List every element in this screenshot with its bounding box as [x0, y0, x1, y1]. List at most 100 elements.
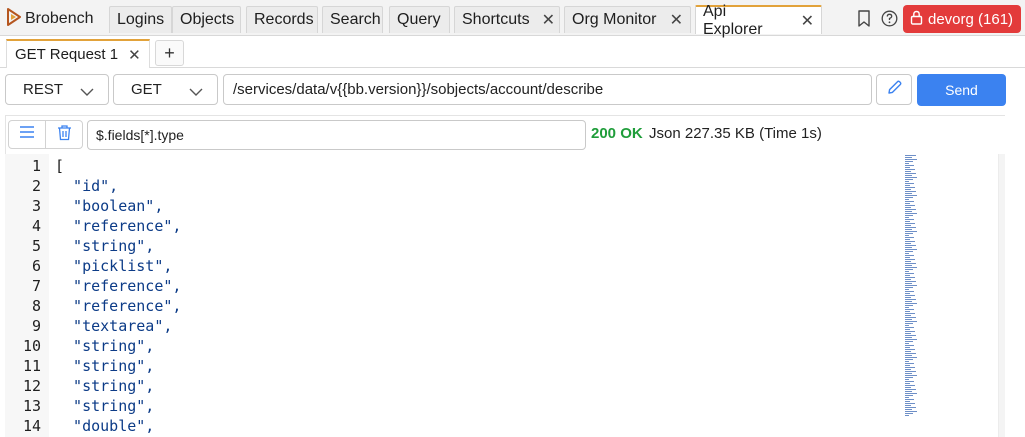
- minimap-line: [905, 297, 911, 298]
- minimap-line: [905, 205, 915, 206]
- minimap-line: [905, 225, 911, 226]
- close-icon[interactable]: ✕: [128, 46, 141, 64]
- nav-tab-label: Api Explorer: [703, 2, 763, 38]
- request-tab-row: GET Request 1 ✕ +: [0, 36, 1025, 68]
- trash-icon: [57, 124, 72, 146]
- minimap-line: [905, 339, 917, 340]
- pencil-icon: [886, 79, 903, 101]
- minimap-line: [905, 303, 917, 304]
- minimap-line: [905, 357, 917, 358]
- nav-tab[interactable]: Records: [246, 6, 318, 33]
- minimap-line: [905, 375, 917, 376]
- org-badge-label: devorg (161): [928, 10, 1014, 28]
- method-value: GET: [131, 81, 162, 98]
- minimap-line: [905, 201, 914, 202]
- minimap-line: [905, 335, 916, 336]
- minimap-line: [905, 351, 911, 352]
- api-type-select[interactable]: REST: [5, 74, 109, 105]
- line-number: 5: [31, 237, 41, 255]
- request-tab-label: GET Request 1: [15, 46, 119, 63]
- org-badge[interactable]: devorg (161): [903, 5, 1021, 33]
- nav-tab-label: Org Monitor: [572, 11, 657, 28]
- line-number: 9: [31, 317, 41, 335]
- code-line: "reference",: [55, 297, 182, 315]
- edit-url-button[interactable]: [876, 74, 912, 105]
- line-number: 13: [22, 397, 41, 415]
- clear-button[interactable]: [45, 120, 83, 149]
- minimap-line: [905, 231, 917, 232]
- line-number-gutter: 1 2 3 4 5 6 7 8 9 10 11 12 13 14: [5, 154, 49, 437]
- nav-tab[interactable]: Org Monitor ✕: [564, 6, 691, 33]
- minimap-line: [905, 213, 917, 214]
- format-button[interactable]: [8, 120, 46, 149]
- status-code: 200 OK: [591, 125, 643, 142]
- minimap-line: [905, 301, 912, 302]
- code-line: "string",: [55, 377, 155, 395]
- line-number: 12: [22, 377, 41, 395]
- minimap-line: [905, 315, 911, 316]
- help-icon[interactable]: [881, 10, 898, 32]
- minimap-line: [905, 187, 915, 188]
- nav-tab[interactable]: Logins: [109, 6, 172, 33]
- line-number: 14: [22, 417, 41, 435]
- nav-tab[interactable]: Search: [322, 6, 383, 33]
- brobench-logo-icon: [6, 7, 25, 31]
- code-line: "reference",: [55, 217, 182, 235]
- add-request-tab-button[interactable]: +: [155, 40, 184, 66]
- minimap-line: [905, 413, 913, 414]
- minimap-line: [905, 199, 909, 200]
- nav-tab[interactable]: Api Explorer ✕: [695, 3, 822, 38]
- method-select[interactable]: GET: [113, 74, 218, 105]
- app-name: Brobench: [25, 10, 94, 27]
- minimap-line: [905, 415, 909, 416]
- minimap-line: [905, 229, 912, 230]
- nav-tab-label: Shortcuts: [462, 11, 530, 28]
- minimap-line: [905, 401, 910, 402]
- minimap-line: [905, 283, 912, 284]
- minimap-line: [905, 155, 916, 156]
- minimap-line: [905, 347, 910, 348]
- minimap-line: [905, 291, 914, 292]
- minimap-line: [905, 163, 909, 164]
- close-icon[interactable]: ✕: [670, 10, 683, 30]
- json-path-filter-input[interactable]: [87, 120, 586, 150]
- close-icon[interactable]: ✕: [542, 10, 555, 30]
- minimap-line: [905, 323, 913, 324]
- code-line: "string",: [55, 357, 155, 375]
- minimap-line: [905, 317, 916, 318]
- vertical-scrollbar[interactable]: [998, 154, 1005, 437]
- minimap-line: [905, 411, 917, 412]
- minimap-line: [905, 161, 913, 162]
- minimap[interactable]: [902, 154, 918, 416]
- minimap-line: [905, 217, 909, 218]
- nav-tab[interactable]: Objects: [172, 6, 241, 33]
- minimap-line: [905, 185, 910, 186]
- nav-tab[interactable]: Shortcuts ✕: [454, 6, 560, 33]
- request-tab[interactable]: GET Request 1 ✕: [6, 39, 150, 68]
- minimap-line: [905, 363, 914, 364]
- send-button[interactable]: Send: [917, 74, 1006, 106]
- nav-tab-label: Logins: [117, 11, 165, 28]
- minimap-line: [905, 195, 917, 196]
- minimap-line: [905, 257, 910, 258]
- line-number: 4: [31, 217, 41, 235]
- nav-tab[interactable]: Query: [389, 6, 450, 33]
- app-brand[interactable]: Brobench: [6, 7, 94, 31]
- minimap-line: [905, 271, 909, 272]
- code-line: [: [55, 157, 65, 175]
- code-editor[interactable]: 1 2 3 4 5 6 7 8 9 10 11 12 13 14 [ "id", "boolean", "…: [5, 154, 1005, 437]
- minimap-line: [905, 369, 911, 370]
- bookmark-icon[interactable]: [857, 10, 871, 32]
- minimap-line: [905, 409, 912, 410]
- minimap-line: [905, 157, 912, 158]
- url-input[interactable]: [223, 74, 872, 105]
- minimap-line: [905, 385, 915, 386]
- minimap-line: [905, 169, 915, 170]
- minimap-line: [905, 191, 916, 192]
- minimap-line: [905, 391, 912, 392]
- line-number: 8: [31, 297, 41, 315]
- minimap-line: [905, 329, 910, 330]
- close-icon[interactable]: ✕: [801, 11, 814, 31]
- minimap-line: [905, 387, 911, 388]
- minimap-line: [905, 313, 915, 314]
